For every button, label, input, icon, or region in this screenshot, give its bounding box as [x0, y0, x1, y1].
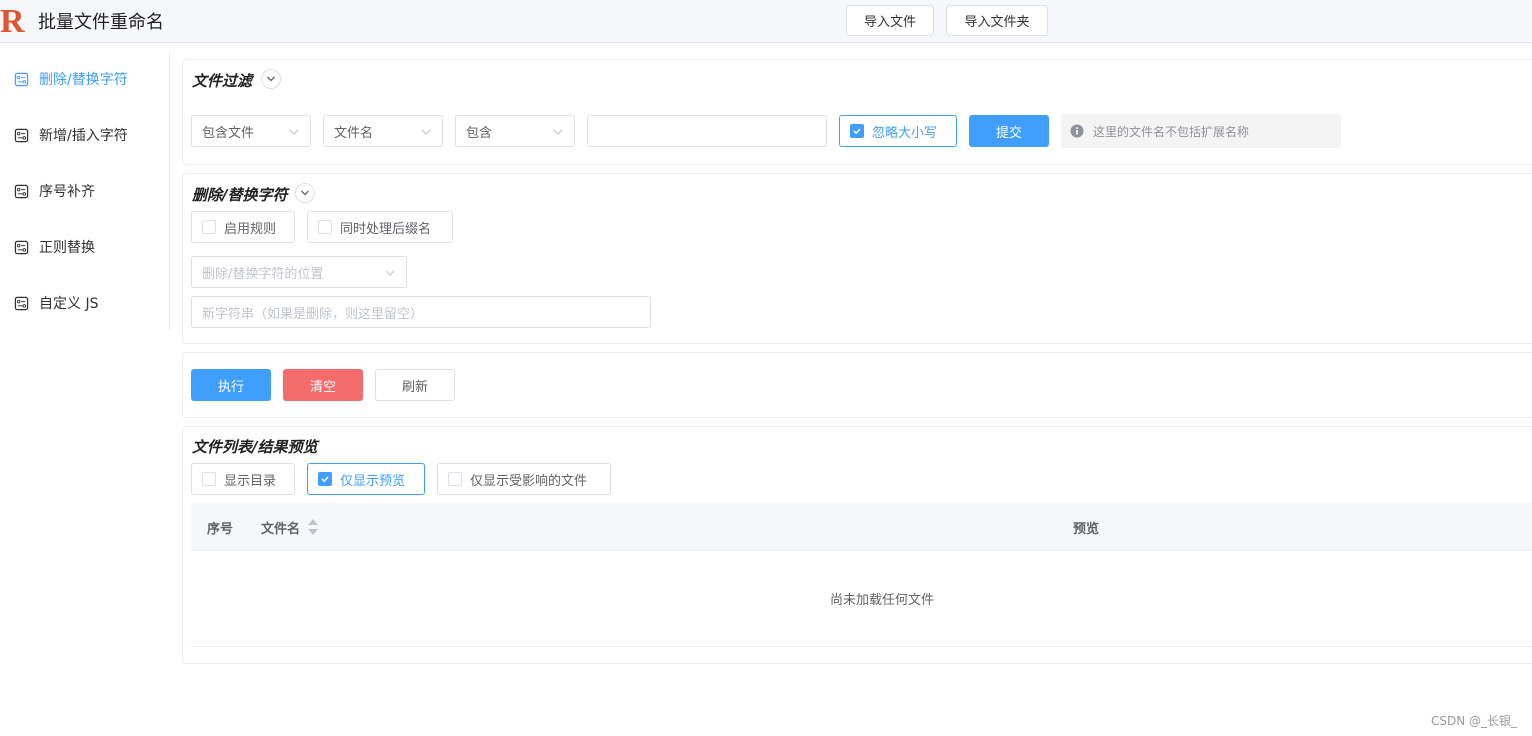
column-preview-header: 预览	[1073, 522, 1100, 537]
ignore-case-label: 忽略大小写	[872, 125, 938, 141]
checkbox-box	[850, 124, 864, 138]
filter-hint-alert: 这里的文件名不包括扩展名称	[1061, 114, 1341, 148]
sidebar-item-label: 正则替换	[39, 240, 95, 256]
column-index-header: 序号	[207, 522, 234, 537]
replace-position-placeholder: 删除/替换字符的位置	[202, 266, 324, 282]
filter-scope-value: 包含文件	[202, 125, 255, 141]
sidebar-item-label: 序号补齐	[39, 184, 95, 200]
rule-icon	[14, 128, 29, 142]
checkbox-box	[318, 220, 332, 234]
sidebar: 删除/替换字符 新增/插入字符 序号补齐 正则替换 自定义 JS	[0, 52, 170, 330]
process-extension-label: 同时处理后缀名	[340, 221, 432, 237]
filter-scope-select[interactable]: 包含文件	[191, 115, 311, 147]
checkbox-box	[202, 472, 216, 486]
process-extension-checkbox[interactable]: 同时处理后缀名	[307, 211, 453, 243]
sidebar-item-delete-replace[interactable]: 删除/替换字符	[14, 68, 128, 90]
actions-card: 执行 清空 刷新	[182, 352, 1532, 418]
collapse-replace-button[interactable]	[295, 183, 315, 203]
filter-field-select[interactable]: 文件名	[323, 115, 443, 147]
empty-table-text: 尚未加载任何文件	[191, 551, 1532, 647]
file-filter-title: 文件过滤	[192, 72, 253, 90]
new-string-input[interactable]: 新字符串（如果是删除，则这里留空）	[191, 296, 651, 328]
filter-operator-select[interactable]: 包含	[455, 115, 575, 147]
import-file-button[interactable]: 导入文件	[846, 5, 934, 36]
chevron-down-icon	[289, 129, 299, 135]
svg-text:R: R	[0, 3, 25, 36]
sidebar-item-custom-js[interactable]: 自定义 JS	[14, 292, 98, 314]
column-name-header[interactable]: 文件名	[261, 518, 300, 537]
rule-icon	[14, 240, 29, 254]
sidebar-item-label: 删除/替换字符	[39, 72, 128, 88]
checkbox-box	[202, 220, 216, 234]
table-header: 序号 文件名 预览	[191, 503, 1532, 551]
chevron-down-icon	[301, 190, 309, 196]
chevron-down-icon	[421, 129, 431, 135]
clear-button[interactable]: 清空	[283, 369, 363, 401]
collapse-filter-button[interactable]	[261, 69, 281, 89]
chevron-down-icon	[267, 76, 275, 82]
filter-value-input[interactable]	[587, 115, 827, 147]
show-dirs-label: 显示目录	[224, 473, 277, 489]
refresh-button[interactable]: 刷新	[375, 369, 455, 401]
app-title: 批量文件重命名	[38, 12, 164, 33]
delete-replace-title: 删除/替换字符	[192, 186, 288, 204]
chevron-down-icon	[385, 270, 395, 276]
affected-only-checkbox[interactable]: 仅显示受影响的文件	[437, 463, 611, 495]
checkbox-box	[448, 472, 462, 486]
file-list-card: 文件列表/结果预览 显示目录 仅显示预览 仅显示受影响的文件 序号 文件名 预览…	[182, 426, 1532, 664]
check-icon	[321, 476, 329, 483]
import-folder-button[interactable]: 导入文件夹	[946, 5, 1048, 36]
file-filter-card: 文件过滤 包含文件 文件名 包含 忽略大小写 提交 这里的文件名不包括扩展名称	[182, 59, 1532, 165]
chevron-down-icon	[553, 129, 563, 135]
ignore-case-checkbox[interactable]: 忽略大小写	[839, 115, 957, 147]
sidebar-item-label: 新增/插入字符	[39, 128, 128, 144]
sidebar-item-sequence[interactable]: 序号补齐	[14, 180, 95, 202]
filter-hint-text: 这里的文件名不包括扩展名称	[1093, 124, 1250, 139]
info-icon	[1070, 124, 1084, 138]
rule-icon	[14, 184, 29, 198]
execute-button[interactable]: 执行	[191, 369, 271, 401]
sort-icon[interactable]	[307, 516, 319, 538]
delete-replace-card: 删除/替换字符 启用规则 同时处理后缀名 删除/替换字符的位置 新字符串（如果是…	[182, 173, 1532, 344]
enable-rule-label: 启用规则	[224, 221, 277, 237]
replace-position-select[interactable]: 删除/替换字符的位置	[191, 256, 407, 288]
watermark: CSDN @_长银_	[1430, 714, 1517, 728]
checkbox-box	[318, 472, 332, 486]
rule-icon	[14, 296, 29, 310]
check-icon	[853, 128, 861, 135]
submit-filter-button[interactable]: 提交	[969, 115, 1049, 147]
sidebar-item-regex[interactable]: 正则替换	[14, 236, 95, 258]
show-dirs-checkbox[interactable]: 显示目录	[191, 463, 295, 495]
sidebar-item-label: 自定义 JS	[39, 296, 99, 312]
preview-only-checkbox[interactable]: 仅显示预览	[307, 463, 425, 495]
enable-rule-checkbox[interactable]: 启用规则	[191, 211, 295, 243]
preview-only-label: 仅显示预览	[340, 473, 406, 489]
filter-field-value: 文件名	[334, 125, 374, 141]
affected-only-label: 仅显示受影响的文件	[470, 473, 588, 489]
app-logo-icon: R	[0, 3, 25, 36]
rule-icon	[14, 72, 29, 86]
sidebar-item-insert[interactable]: 新增/插入字符	[14, 124, 128, 146]
file-list-title: 文件列表/结果预览	[192, 438, 318, 456]
filter-operator-value: 包含	[466, 125, 493, 141]
top-bar: R 批量文件重命名 导入文件 导入文件夹	[0, 0, 1532, 43]
